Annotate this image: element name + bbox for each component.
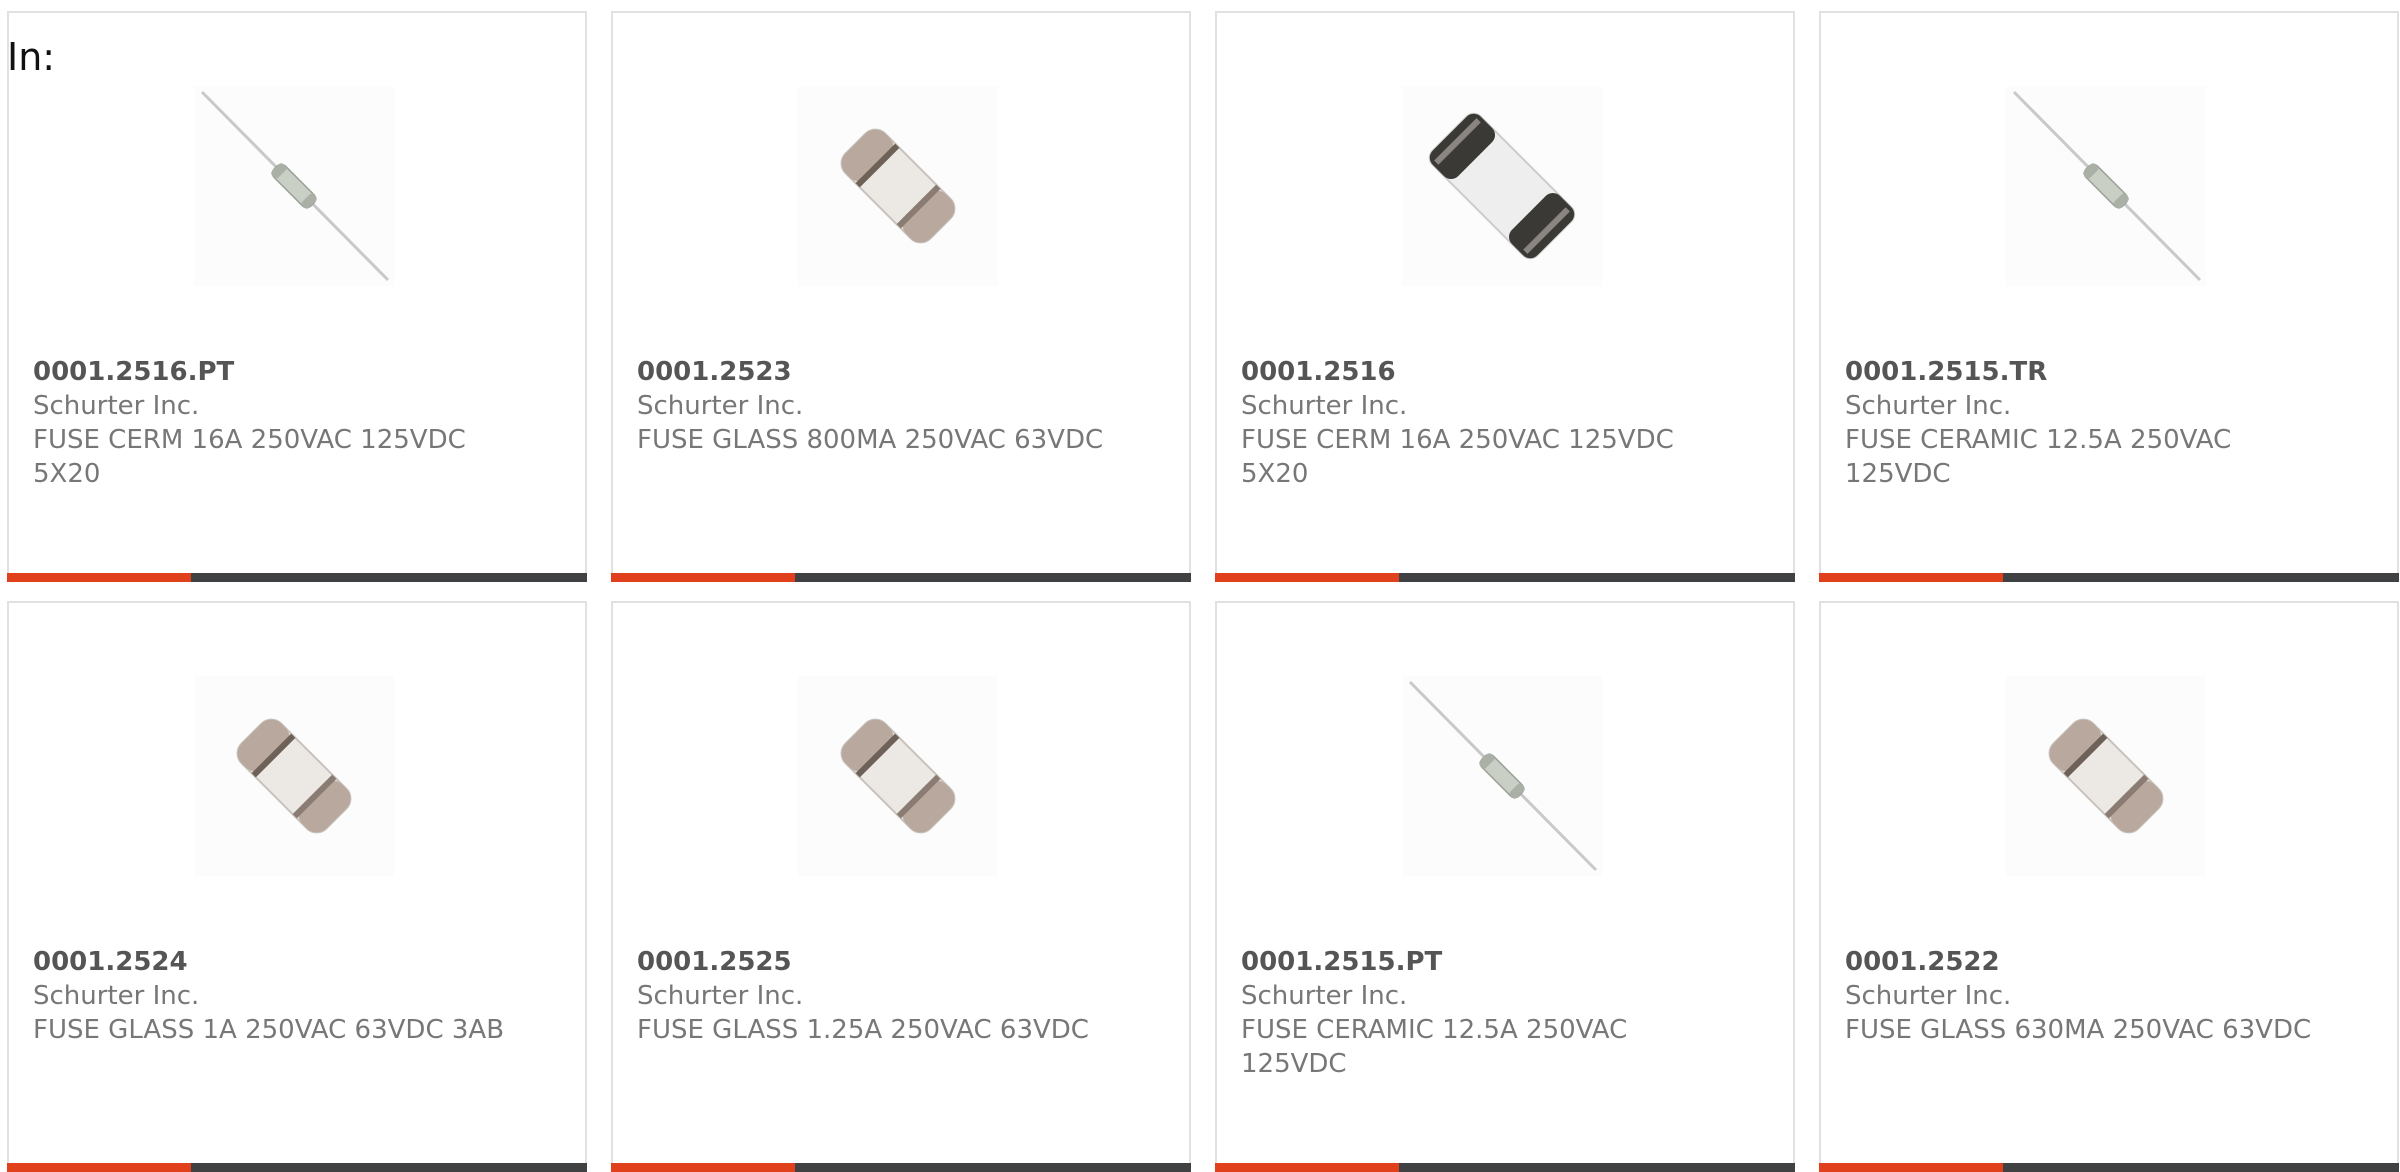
card-accent-bar xyxy=(611,573,1191,582)
part-number[interactable]: 0001.2516.PT xyxy=(33,355,513,389)
description: FUSE GLASS 1A 250VAC 63VDC 3AB xyxy=(33,1015,505,1045)
product-info: 0001.2523 Schurter Inc. FUSE GLASS 800MA… xyxy=(637,355,1117,457)
product-card[interactable]: 0001.2515.TR Schurter Inc. FUSE CERAMIC … xyxy=(1819,11,2399,582)
axial-lead-fuse-image[interactable] xyxy=(1402,676,1602,876)
product-info: 0001.2525 Schurter Inc. FUSE GLASS 1.25A… xyxy=(637,945,1117,1047)
description: FUSE GLASS 1.25A 250VAC 63VDC xyxy=(637,1015,1089,1045)
product-card[interactable]: 0001.2515.PT Schurter Inc. FUSE CERAMIC … xyxy=(1215,601,1795,1172)
part-number[interactable]: 0001.2515.PT xyxy=(1241,945,1721,979)
description: FUSE CERAMIC 12.5A 250VAC 125VDC xyxy=(1845,425,2232,489)
part-number[interactable]: 0001.2515.TR xyxy=(1845,355,2325,389)
product-card[interactable]: 0001.2516.PT Schurter Inc. FUSE CERM 16A… xyxy=(7,11,587,582)
card-accent-bar xyxy=(1215,1163,1795,1172)
product-info: 0001.2515.PT Schurter Inc. FUSE CERAMIC … xyxy=(1241,945,1721,1081)
description: FUSE GLASS 630MA 250VAC 63VDC xyxy=(1845,1015,2312,1045)
cartridge-fuse-image[interactable] xyxy=(1402,86,1602,286)
part-number[interactable]: 0001.2523 xyxy=(637,355,1117,389)
product-card[interactable]: 0001.2524 Schurter Inc. FUSE GLASS 1A 25… xyxy=(7,601,587,1172)
axial-lead-fuse-image[interactable] xyxy=(2006,86,2206,286)
part-number[interactable]: 0001.2522 xyxy=(1845,945,2325,979)
cartridge-fuse-image[interactable] xyxy=(798,676,998,876)
product-card[interactable]: 0001.2522 Schurter Inc. FUSE GLASS 630MA… xyxy=(1819,601,2399,1172)
description: FUSE GLASS 800MA 250VAC 63VDC xyxy=(637,425,1104,455)
product-info: 0001.2522 Schurter Inc. FUSE GLASS 630MA… xyxy=(1845,945,2325,1047)
description: FUSE CERM 16A 250VAC 125VDC 5X20 xyxy=(1241,425,1674,489)
card-accent-bar xyxy=(7,1163,587,1172)
card-accent-bar xyxy=(1215,573,1795,582)
product-info: 0001.2516 Schurter Inc. FUSE CERM 16A 25… xyxy=(1241,355,1721,491)
cartridge-fuse-image[interactable] xyxy=(2006,676,2206,876)
product-card[interactable]: 0001.2523 Schurter Inc. FUSE GLASS 800MA… xyxy=(611,11,1191,582)
product-card[interactable]: 0001.2516 Schurter Inc. FUSE CERM 16A 25… xyxy=(1215,11,1795,582)
manufacturer: Schurter Inc. xyxy=(1241,391,1408,421)
product-info: 0001.2524 Schurter Inc. FUSE GLASS 1A 25… xyxy=(33,945,513,1047)
manufacturer: Schurter Inc. xyxy=(637,391,804,421)
manufacturer: Schurter Inc. xyxy=(637,981,804,1011)
product-info: 0001.2516.PT Schurter Inc. FUSE CERM 16A… xyxy=(33,355,513,491)
cartridge-fuse-image[interactable] xyxy=(194,676,394,876)
product-grid: 0001.2516.PT Schurter Inc. FUSE CERM 16A… xyxy=(7,11,2400,1172)
part-number[interactable]: 0001.2525 xyxy=(637,945,1117,979)
description: FUSE CERAMIC 12.5A 250VAC 125VDC xyxy=(1241,1015,1628,1079)
manufacturer: Schurter Inc. xyxy=(1845,981,2012,1011)
card-accent-bar xyxy=(611,1163,1191,1172)
cartridge-fuse-image[interactable] xyxy=(798,86,998,286)
product-info: 0001.2515.TR Schurter Inc. FUSE CERAMIC … xyxy=(1845,355,2325,491)
card-accent-bar xyxy=(7,573,587,582)
description: FUSE CERM 16A 250VAC 125VDC 5X20 xyxy=(33,425,466,489)
product-card[interactable]: 0001.2525 Schurter Inc. FUSE GLASS 1.25A… xyxy=(611,601,1191,1172)
manufacturer: Schurter Inc. xyxy=(1241,981,1408,1011)
in-label: In: xyxy=(7,35,56,79)
manufacturer: Schurter Inc. xyxy=(33,391,200,421)
card-accent-bar xyxy=(1819,573,2399,582)
manufacturer: Schurter Inc. xyxy=(33,981,200,1011)
card-accent-bar xyxy=(1819,1163,2399,1172)
part-number[interactable]: 0001.2524 xyxy=(33,945,513,979)
axial-lead-fuse-image[interactable] xyxy=(194,86,394,286)
manufacturer: Schurter Inc. xyxy=(1845,391,2012,421)
part-number[interactable]: 0001.2516 xyxy=(1241,355,1721,389)
